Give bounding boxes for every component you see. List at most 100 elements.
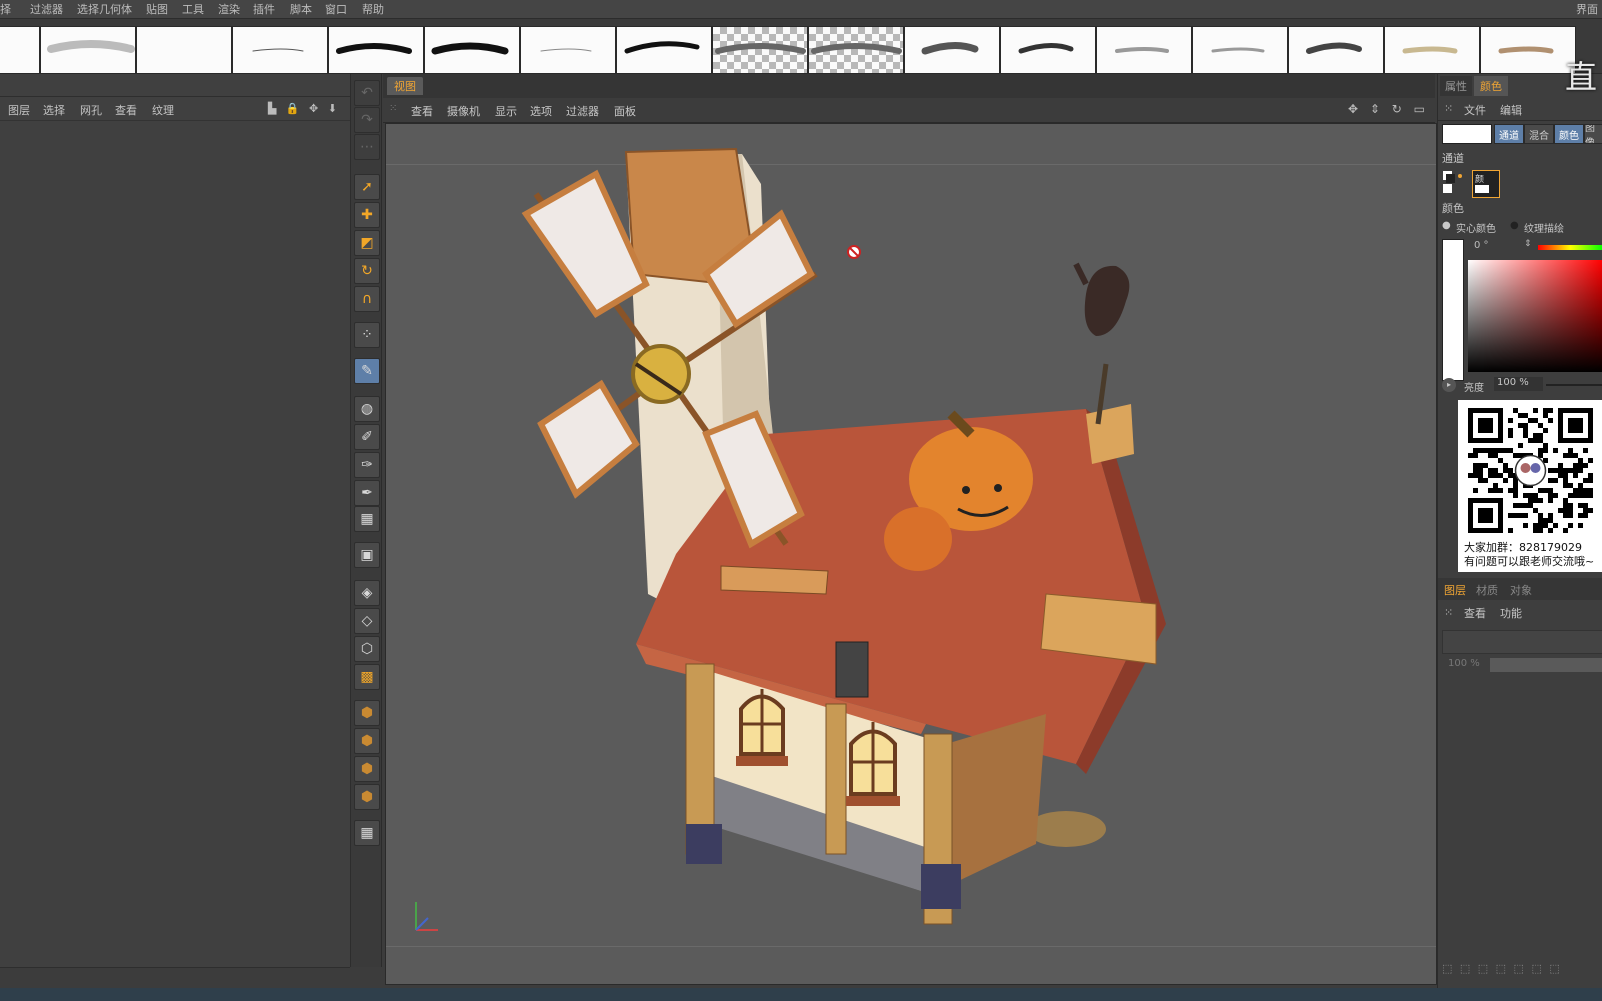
tab-materials[interactable]: 材质 bbox=[1476, 582, 1498, 598]
brightness-field[interactable]: 100 % bbox=[1494, 377, 1543, 391]
brush-preset-16[interactable] bbox=[1384, 26, 1480, 74]
vp-menu-view[interactable]: 查看 bbox=[411, 103, 433, 119]
radio-solid-color-icon[interactable]: ● bbox=[1442, 220, 1451, 231]
clone-tool-icon[interactable]: ✒ bbox=[354, 480, 380, 506]
layer-row[interactable] bbox=[1442, 630, 1602, 654]
magnet-tool-icon[interactable]: ∩ bbox=[354, 286, 380, 312]
brush-preset-13[interactable] bbox=[1096, 26, 1192, 74]
hue-slider[interactable] bbox=[1538, 245, 1602, 250]
menu-help[interactable]: 帮助 bbox=[362, 1, 384, 17]
brush-preset-8[interactable] bbox=[616, 26, 712, 74]
saturation-value-picker[interactable] bbox=[1468, 260, 1602, 372]
brightness-label: 亮度 bbox=[1464, 383, 1484, 394]
menu-filter[interactable]: 过滤器 bbox=[30, 1, 63, 17]
paint-brush-tool-icon[interactable]: ✎ bbox=[354, 358, 380, 384]
mode-channel[interactable]: 通道 bbox=[1494, 124, 1524, 144]
color-channel-box[interactable]: 颜 bbox=[1472, 170, 1500, 198]
3d-viewport[interactable] bbox=[385, 123, 1437, 985]
eyedropper-tool-icon[interactable]: ✐ bbox=[354, 424, 380, 450]
tab-viewport[interactable]: 视图 bbox=[387, 77, 423, 95]
radio-texture-color-icon[interactable]: ● bbox=[1510, 220, 1519, 231]
brush-preset-6[interactable] bbox=[424, 26, 520, 74]
texture-checker-icon[interactable]: ▩ bbox=[354, 664, 380, 690]
windmill-house-model[interactable] bbox=[386, 124, 1436, 984]
rp-menu-edit[interactable]: 编辑 bbox=[1500, 102, 1522, 118]
select-tool-icon[interactable]: ➚ bbox=[354, 174, 380, 200]
menu-select[interactable]: 择 bbox=[0, 1, 11, 17]
dotted-tool-icon[interactable]: ⋯ bbox=[354, 134, 380, 160]
left-panel-tool-icons[interactable]: ▙ 🔒 ✥ ⬇ bbox=[268, 102, 340, 115]
menu-script[interactable]: 脚本 bbox=[290, 1, 312, 17]
brush-preset-12[interactable] bbox=[1000, 26, 1096, 74]
layer-action-icons[interactable]: ⬚ ⬚ ⬚ ⬚ ⬚ ⬚ ⬚ bbox=[1442, 962, 1602, 980]
brush-preset-7[interactable] bbox=[520, 26, 616, 74]
menu-layout[interactable]: 界面 bbox=[1576, 1, 1598, 17]
color-preview-bar[interactable] bbox=[1442, 239, 1464, 381]
smudge-tool-icon[interactable]: ✑ bbox=[354, 452, 380, 478]
rp-menu-file[interactable]: 文件 bbox=[1464, 102, 1486, 118]
left-menu-texture[interactable]: 纹理 bbox=[152, 102, 174, 118]
current-color-swatch[interactable] bbox=[1442, 124, 1492, 144]
brush-preset-3[interactable] bbox=[136, 26, 232, 74]
menu-plugins[interactable]: 插件 bbox=[253, 1, 275, 17]
uv-tool-icon[interactable]: ◇ bbox=[354, 608, 380, 634]
cube-mode-4-icon[interactable]: ⬢ bbox=[354, 784, 380, 810]
render-region-icon[interactable]: ▦ bbox=[354, 820, 380, 846]
left-menu-view[interactable]: 查看 bbox=[115, 102, 137, 118]
vp-menu-filter[interactable]: 过滤器 bbox=[566, 103, 599, 119]
mode-image[interactable]: 图像 bbox=[1584, 124, 1602, 144]
solid-color-label[interactable]: 实心颜色 bbox=[1456, 220, 1496, 235]
brush-preset-1[interactable] bbox=[0, 26, 40, 74]
tab-layers[interactable]: 图层 bbox=[1444, 582, 1466, 598]
left-menu-layers[interactable]: 图层 bbox=[8, 102, 30, 118]
brush-preset-10[interactable] bbox=[808, 26, 904, 74]
channel-swap-icon[interactable] bbox=[1442, 170, 1466, 196]
left-menu-select[interactable]: 选择 bbox=[43, 102, 65, 118]
vp-menu-camera[interactable]: 摄像机 bbox=[447, 103, 480, 119]
rotate-tool-icon[interactable]: ↻ bbox=[354, 258, 380, 284]
fill-tool-icon[interactable]: ◍ bbox=[354, 396, 380, 422]
vp-menu-display[interactable]: 显示 bbox=[495, 103, 517, 119]
brush-preset-9[interactable] bbox=[712, 26, 808, 74]
brush-preset-2[interactable] bbox=[40, 26, 136, 74]
cube-mode-1-icon[interactable]: ⬢ bbox=[354, 700, 380, 726]
cube-mode-3-icon[interactable]: ⬢ bbox=[354, 756, 380, 782]
cube-mode-2-icon[interactable]: ⬢ bbox=[354, 728, 380, 754]
brightness-slider[interactable] bbox=[1546, 384, 1602, 386]
viewport-nav-icons[interactable]: ✥ ⇕ ↻ ▭ bbox=[1348, 102, 1429, 116]
tab-objects[interactable]: 对象 bbox=[1510, 582, 1532, 598]
brush-preset-17[interactable] bbox=[1480, 26, 1576, 74]
vp-menu-options[interactable]: 选项 bbox=[530, 103, 552, 119]
mode-blend[interactable]: 混合 bbox=[1524, 124, 1554, 144]
brush-preset-5[interactable] bbox=[328, 26, 424, 74]
layer-mask-tool-icon[interactable]: ▣ bbox=[354, 542, 380, 568]
tab-attributes[interactable]: 属性 bbox=[1440, 76, 1472, 96]
mode-color[interactable]: 颜色 bbox=[1554, 124, 1584, 144]
menu-render[interactable]: 渲染 bbox=[218, 1, 240, 17]
left-menu-mesh[interactable]: 网孔 bbox=[80, 102, 102, 118]
redo-tool-icon[interactable]: ↷ bbox=[354, 107, 380, 133]
layer-opacity-slider[interactable] bbox=[1490, 658, 1602, 672]
points-tool-icon[interactable]: ⁘ bbox=[354, 322, 380, 348]
scale-tool-icon[interactable]: ◩ bbox=[354, 230, 380, 256]
checker-tool-icon[interactable]: ▦ bbox=[354, 506, 380, 532]
vp-menu-panel[interactable]: 面板 bbox=[614, 103, 636, 119]
tab-color[interactable]: 颜色 bbox=[1474, 76, 1508, 96]
menu-window[interactable]: 窗口 bbox=[325, 1, 347, 17]
brush-preset-11[interactable] bbox=[904, 26, 1000, 74]
menu-select-geometry[interactable]: 选择几何体 bbox=[77, 1, 132, 17]
main-menubar: 择 过滤器 选择几何体 贴图 工具 渲染 插件 脚本 窗口 帮助 界面 bbox=[0, 0, 1602, 19]
layers-menu-function[interactable]: 功能 bbox=[1500, 605, 1522, 621]
menu-tools[interactable]: 工具 bbox=[182, 1, 204, 17]
brush-preset-4[interactable] bbox=[232, 26, 328, 74]
undo-tool-icon[interactable]: ↶ bbox=[354, 80, 380, 106]
polygon-tool-icon[interactable]: ⬡ bbox=[354, 636, 380, 662]
projection-tool-icon[interactable]: ◈ bbox=[354, 580, 380, 606]
brush-preset-15[interactable] bbox=[1288, 26, 1384, 74]
move-tool-icon[interactable]: ✚ bbox=[354, 202, 380, 228]
menu-texture[interactable]: 贴图 bbox=[146, 1, 168, 17]
layers-menu-view[interactable]: 查看 bbox=[1464, 605, 1486, 621]
texture-color-label[interactable]: 纹理描绘 bbox=[1524, 220, 1564, 235]
brush-preset-14[interactable] bbox=[1192, 26, 1288, 74]
brightness-toggle-icon[interactable]: ▸ bbox=[1442, 378, 1456, 392]
